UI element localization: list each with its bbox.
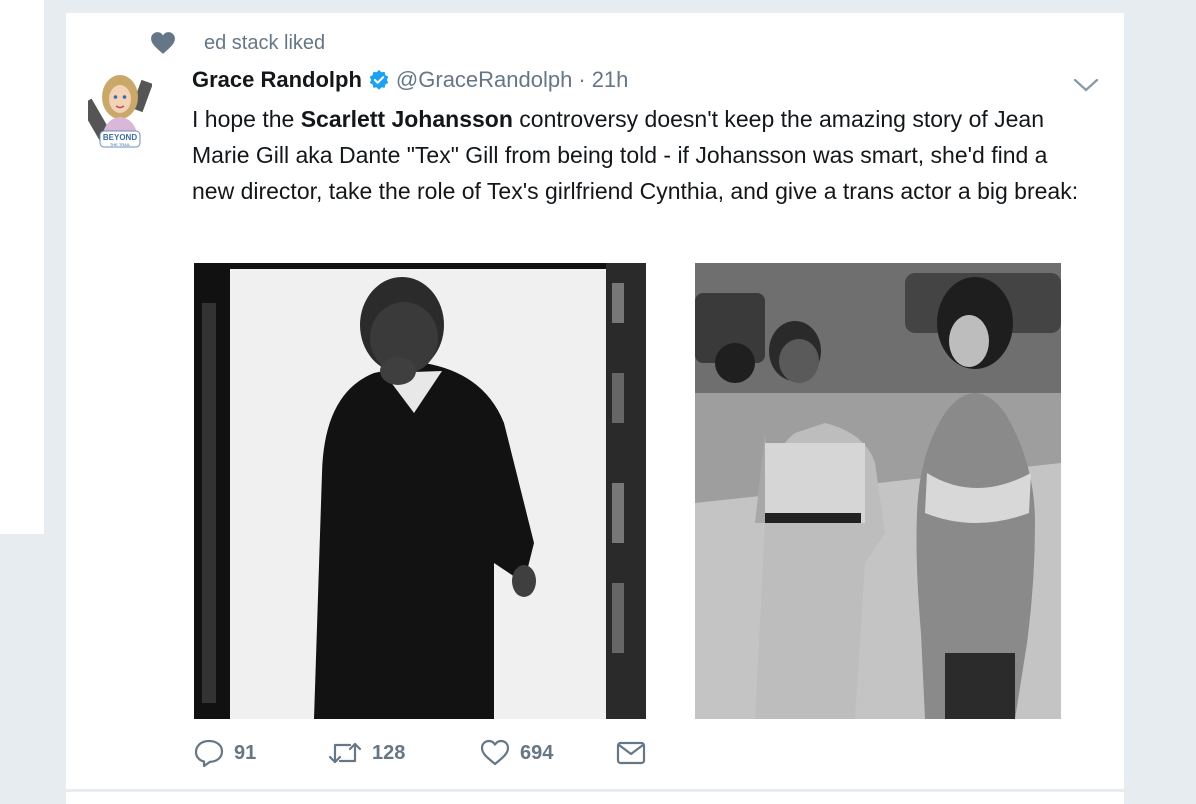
social-context-label: ed stack liked <box>204 31 326 54</box>
reply-button[interactable]: 91 <box>194 739 328 767</box>
tweet-text-before: I hope the <box>192 106 301 132</box>
tweet-timestamp[interactable]: 21h <box>592 67 629 93</box>
tweet-text: I hope the Scarlett Johansson controvers… <box>192 101 1092 209</box>
heart-icon <box>151 32 175 54</box>
avatar-badge-text: BEYOND <box>103 133 137 142</box>
retweet-button[interactable]: 128 <box>328 740 480 766</box>
tweet-text-bold: Scarlett Johansson <box>300 106 513 132</box>
author-name[interactable]: Grace Randolph <box>192 67 362 93</box>
like-count: 694 <box>520 741 554 764</box>
verified-badge-icon <box>369 69 389 90</box>
next-tweet-card[interactable] <box>66 792 1124 804</box>
retweet-count: 128 <box>372 741 406 764</box>
like-heart-icon <box>480 739 510 766</box>
tweet-actions: 91 128 694 <box>194 739 656 767</box>
chevron-down-icon[interactable] <box>1072 75 1100 95</box>
tweet-header: Grace Randolph @GraceRandolph · 21h <box>192 67 628 93</box>
tweet-photo-2[interactable] <box>695 263 1061 719</box>
tweet-photo-1[interactable] <box>194 263 646 719</box>
avatar[interactable]: BEYOND THE TRAIL <box>79 69 153 155</box>
tweet-card[interactable]: ed stack liked BEYOND THE TRAIL Grace Ra… <box>66 12 1124 789</box>
social-context: ed stack liked <box>150 31 325 55</box>
header-separator: · <box>578 67 586 92</box>
author-handle[interactable]: @GraceRandolph <box>396 67 572 93</box>
left-panel <box>0 0 44 534</box>
like-button[interactable]: 694 <box>480 739 616 767</box>
direct-message-button[interactable] <box>616 740 656 766</box>
retweet-icon <box>328 742 362 764</box>
reply-count: 91 <box>234 741 257 764</box>
envelope-icon <box>616 741 646 765</box>
avatar-badge-subtext: THE TRAIL <box>110 142 131 147</box>
reply-icon <box>194 739 224 767</box>
